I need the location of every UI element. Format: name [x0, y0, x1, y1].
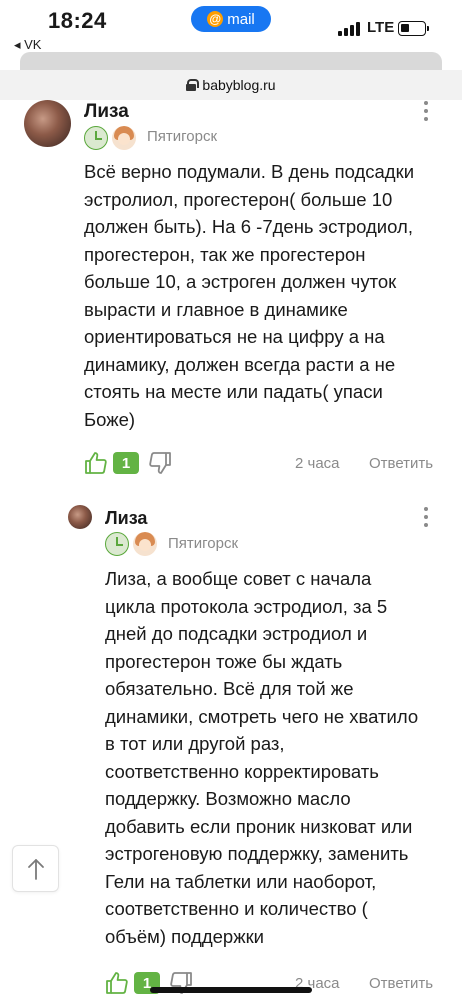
home-indicator[interactable] — [150, 987, 312, 993]
sheet-handle — [20, 52, 442, 70]
comment-line: добавить если проник низковат или — [105, 815, 413, 837]
comment-line: Всё верно подумали. В день подсадки — [84, 161, 415, 182]
author-city: Пятигорск — [147, 128, 218, 145]
comment-line: динамики, смотреть чего не хватило — [105, 705, 419, 727]
url-bar[interactable]: babyblog.ru — [0, 70, 462, 100]
comment-line: прогестерон, так же прогестерон — [84, 243, 366, 265]
status-time: 18:24 — [48, 8, 107, 33]
comment-line: объём) поддержки — [105, 925, 265, 947]
comment-line: поддержку. Возможно масло — [105, 788, 351, 809]
status-bar: 18:24 ◂ VK @ mail LTE — [0, 0, 462, 60]
comment-line: динамику, должен всегда расти а не — [84, 353, 396, 375]
comment-line: эстролиол, прогестерон( больше 10 — [84, 188, 393, 210]
comment-line: стоять на месте или падать( упаси — [84, 381, 383, 402]
reply-button[interactable]: Ответить — [369, 975, 433, 992]
girl-badge-icon — [133, 532, 157, 556]
clock-badge-icon — [84, 126, 108, 150]
comment-line: ориентироваться не на цифру а на — [84, 326, 385, 347]
reply-button[interactable]: Ответить — [369, 455, 433, 472]
comment-line: соответственно корректировать — [105, 760, 379, 782]
comment-line: должен быть). На 6 -7день эстродиол, — [84, 216, 413, 237]
comment-author[interactable]: Лиза — [84, 101, 129, 123]
like-count: 1 — [113, 452, 139, 474]
signal-icon — [338, 22, 360, 36]
comment-text: Лиза, а вообще совет с начала цикла прот… — [105, 565, 455, 950]
network-label: LTE — [367, 19, 395, 36]
comment-line: прогестерон тоже бы ждать — [105, 650, 343, 672]
more-vertical-icon[interactable] — [424, 101, 428, 121]
comment-line: цикла протокола эстродиол, за 5 — [105, 595, 388, 617]
comment-line: Гели на таблетки или наоборот, — [105, 870, 377, 892]
comment-line: в тот или другой раз, — [105, 733, 285, 754]
avatar[interactable] — [68, 505, 92, 529]
author-city: Пятигорск — [168, 535, 239, 552]
arrow-up-icon — [27, 858, 44, 880]
active-app-pill[interactable]: @ mail — [191, 6, 271, 32]
lock-icon — [186, 79, 200, 91]
active-app-label: mail — [227, 10, 255, 28]
avatar[interactable] — [24, 100, 71, 147]
back-to-app-link[interactable]: ◂ VK — [14, 37, 41, 53]
comment-text: Всё верно подумали. В день подсадки эстр… — [84, 158, 454, 433]
scroll-to-top-button[interactable] — [12, 845, 59, 892]
thumb-down-icon[interactable] — [148, 451, 172, 475]
comment-line: Лиза, а вообще совет с начала — [105, 568, 372, 589]
thumb-up-icon[interactable] — [105, 971, 129, 995]
comment-line: обязательно. Всё для той же — [105, 678, 354, 699]
url-text: babyblog.ru — [202, 77, 276, 93]
battery-tip — [427, 26, 429, 31]
comment-line: дней до подсадки эстродиол и — [105, 623, 368, 644]
comment-line: соответственно и количество ( — [105, 898, 368, 919]
comment-line: вырасти и главное в динамике — [84, 298, 348, 320]
time-ago: 2 часа — [295, 455, 340, 472]
comment-author[interactable]: Лиза — [105, 508, 147, 529]
more-vertical-icon[interactable] — [424, 507, 428, 527]
comment-line: Боже) — [84, 408, 136, 430]
comment-line: больше 10, а эстроген должен чуток — [84, 271, 397, 292]
comment-line: эстрогеновую поддержку, заменить — [105, 843, 409, 864]
battery-icon — [398, 21, 426, 36]
clock-badge-icon — [105, 532, 129, 556]
thumb-up-icon[interactable] — [84, 451, 108, 475]
girl-badge-icon — [112, 126, 136, 150]
mail-at-icon: @ — [207, 11, 224, 27]
